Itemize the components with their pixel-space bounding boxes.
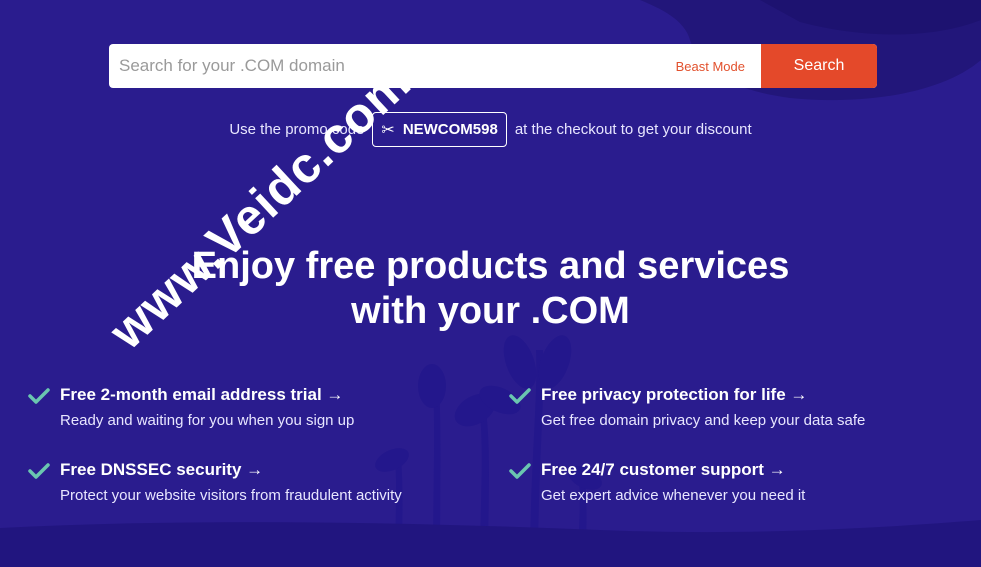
domain-search-bar: Beast Mode Search [109,44,877,88]
feature-title-link[interactable]: Free 2-month email address trial → [60,385,343,405]
promo-code-text: NEWCOM598 [402,121,498,138]
feature-description: Get expert advice whenever you need it [541,487,806,504]
promo-suffix: at the checkout to get your discount [514,121,752,138]
feature-description: Get free domain privacy and keep your da… [541,412,866,429]
feature-title-link[interactable]: Free privacy protection for life → [541,385,807,405]
check-icon [28,388,50,404]
promo-line: Use the promo code ✂ NEWCOM598 at the ch… [0,112,981,147]
feature-description: Ready and waiting for you when you sign … [60,412,355,429]
search-button[interactable]: Search [761,44,877,88]
feature-title-link[interactable]: Free 24/7 customer support → [541,460,786,480]
beast-mode-link[interactable]: Beast Mode [676,59,745,74]
check-icon [509,388,531,404]
check-icon [509,463,531,479]
feature-title-link[interactable]: Free DNSSEC security → [60,460,263,480]
check-icon [28,463,50,479]
feature-description: Protect your website visitors from fraud… [60,487,402,504]
